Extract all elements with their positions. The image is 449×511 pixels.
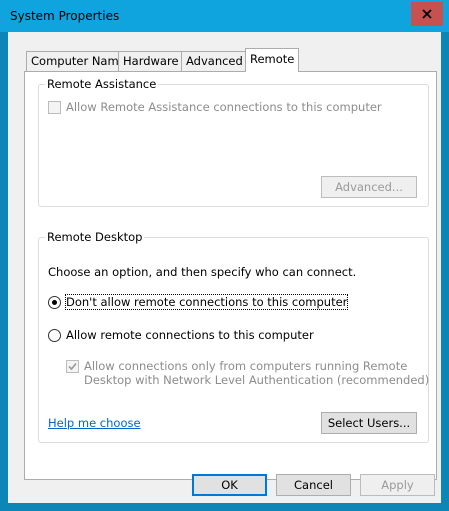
system-properties-window: System Properties Computer Name Hardware… <box>0 0 449 511</box>
remote-assistance-group: Remote Assistance Allow Remote Assistanc… <box>38 77 429 207</box>
close-button[interactable] <box>411 2 443 26</box>
apply-button[interactable]: Apply <box>360 474 435 496</box>
tab-computer-name[interactable]: Computer Name <box>26 51 131 71</box>
remote-tab-panel: Remote Assistance Allow Remote Assistanc… <box>24 71 437 480</box>
close-icon <box>422 9 432 19</box>
cancel-button[interactable]: Cancel <box>276 474 351 496</box>
cancel-button-label: Cancel <box>294 478 333 492</box>
nla-label-line1: Allow connections only from computers ru… <box>84 359 408 373</box>
apply-button-label: Apply <box>381 478 414 492</box>
dialog-client-area: Computer Name Hardware Advanced Remote R… <box>8 32 441 503</box>
tab-advanced-label: Advanced <box>186 54 243 68</box>
allow-label[interactable]: Allow remote connections to this compute… <box>66 328 314 342</box>
dont-allow-label[interactable]: Don't allow remote connections to this c… <box>64 294 349 310</box>
advanced-button[interactable]: Advanced... <box>321 176 417 198</box>
remote-desktop-group-title: Remote Desktop <box>45 230 145 244</box>
advanced-button-label: Advanced... <box>335 180 403 194</box>
allow-radio[interactable] <box>48 329 61 342</box>
window-title: System Properties <box>10 9 120 23</box>
ok-button[interactable]: OK <box>192 474 267 496</box>
allow-remote-assistance-checkbox[interactable] <box>48 101 61 114</box>
help-me-choose-link[interactable]: Help me choose <box>48 416 141 430</box>
tab-advanced[interactable]: Advanced <box>181 51 248 71</box>
tab-hardware-label: Hardware <box>123 54 179 68</box>
dont-allow-radio[interactable] <box>48 296 61 309</box>
nla-checkbox[interactable] <box>66 360 79 373</box>
allow-remote-assistance-label: Allow Remote Assistance connections to t… <box>66 100 382 114</box>
tab-remote[interactable]: Remote <box>245 48 300 72</box>
nla-label-line2: Desktop with Network Level Authenticatio… <box>84 373 430 387</box>
radio-selected-dot <box>52 300 57 305</box>
checkmark-icon <box>68 362 77 371</box>
select-users-button-label: Select Users... <box>327 416 411 430</box>
tab-hardware[interactable]: Hardware <box>118 51 184 71</box>
remote-assistance-group-title: Remote Assistance <box>45 77 159 91</box>
tab-remote-label: Remote <box>250 52 295 66</box>
select-users-button[interactable]: Select Users... <box>321 412 417 434</box>
remote-desktop-instructions: Choose an option, and then specify who c… <box>48 265 357 279</box>
title-bar[interactable]: System Properties <box>0 0 449 32</box>
remote-desktop-group: Remote Desktop Choose an option, and the… <box>38 230 430 443</box>
tab-computer-name-label: Computer Name <box>31 54 126 68</box>
ok-button-label: OK <box>221 478 238 492</box>
